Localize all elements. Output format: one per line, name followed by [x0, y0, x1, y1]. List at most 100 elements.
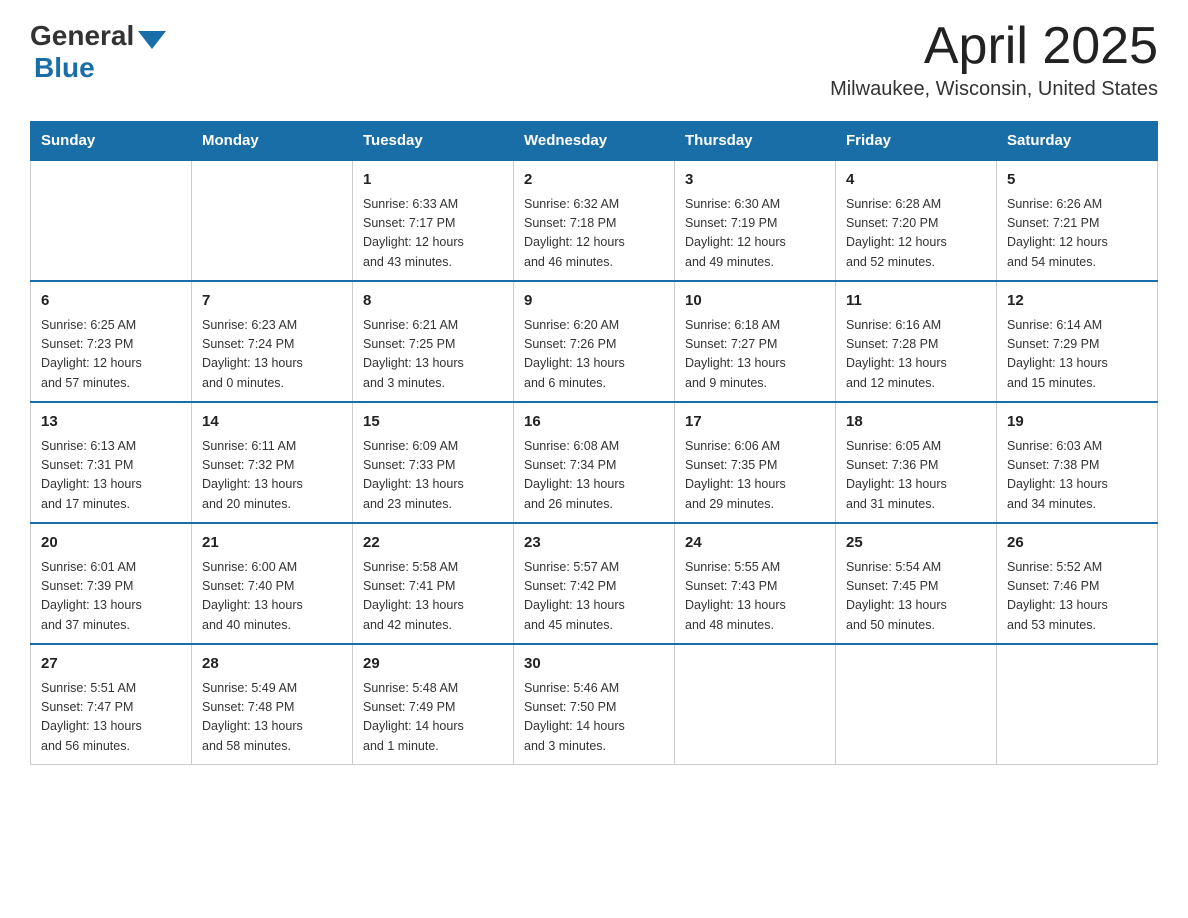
day-info: Sunrise: 6:26 AM Sunset: 7:21 PM Dayligh… — [1007, 195, 1147, 273]
calendar-cell — [836, 644, 997, 765]
day-info: Sunrise: 6:05 AM Sunset: 7:36 PM Dayligh… — [846, 437, 986, 515]
day-info: Sunrise: 6:20 AM Sunset: 7:26 PM Dayligh… — [524, 316, 664, 394]
calendar-cell: 5 Sunrise: 6:26 AM Sunset: 7:21 PM Daylig… — [997, 160, 1158, 281]
day-number: 4 — [846, 169, 986, 192]
weekday-header-sunday: Sunday — [31, 122, 192, 161]
day-number: 22 — [363, 532, 503, 555]
day-info: Sunrise: 5:58 AM Sunset: 7:41 PM Dayligh… — [363, 558, 503, 636]
calendar-cell — [31, 160, 192, 281]
calendar-cell: 2 Sunrise: 6:32 AM Sunset: 7:18 PM Daylig… — [514, 160, 675, 281]
day-info: Sunrise: 5:46 AM Sunset: 7:50 PM Dayligh… — [524, 679, 664, 757]
day-number: 7 — [202, 290, 342, 313]
day-number: 17 — [685, 411, 825, 434]
calendar-table: SundayMondayTuesdayWednesdayThursdayFrid… — [30, 121, 1158, 765]
day-number: 24 — [685, 532, 825, 555]
day-number: 6 — [41, 290, 181, 313]
logo-general-text: General — [30, 20, 134, 52]
day-number: 14 — [202, 411, 342, 434]
day-info: Sunrise: 6:13 AM Sunset: 7:31 PM Dayligh… — [41, 437, 181, 515]
day-number: 21 — [202, 532, 342, 555]
calendar-cell: 1Sunrise: 6:33 AM Sunset: 7:17 PM Daylig… — [353, 160, 514, 281]
calendar-cell — [675, 644, 836, 765]
week-row-5: 27 Sunrise: 5:51 AM Sunset: 7:47 PM Dayli… — [31, 644, 1158, 765]
calendar-cell: 7 Sunrise: 6:23 AM Sunset: 7:24 PM Daylig… — [192, 281, 353, 402]
day-info: Sunrise: 6:30 AM Sunset: 7:19 PM Dayligh… — [685, 195, 825, 273]
day-info: Sunrise: 6:14 AM Sunset: 7:29 PM Dayligh… — [1007, 316, 1147, 394]
calendar-cell: 26Sunrise: 5:52 AM Sunset: 7:46 PM Dayli… — [997, 523, 1158, 644]
calendar-cell: 28 Sunrise: 5:49 AM Sunset: 7:48 PM Dayli… — [192, 644, 353, 765]
calendar-cell — [192, 160, 353, 281]
calendar-cell — [997, 644, 1158, 765]
weekday-header-monday: Monday — [192, 122, 353, 161]
day-info: Sunrise: 6:21 AM Sunset: 7:25 PM Dayligh… — [363, 316, 503, 394]
calendar-cell: 17 Sunrise: 6:06 AM Sunset: 7:35 PM Dayli… — [675, 402, 836, 523]
day-number: 5 — [1007, 169, 1147, 192]
location-text: Milwaukee, Wisconsin, United States — [830, 78, 1158, 101]
day-number: 16 — [524, 411, 664, 434]
calendar-cell: 9 Sunrise: 6:20 AM Sunset: 7:26 PM Daylig… — [514, 281, 675, 402]
day-info: Sunrise: 6:32 AM Sunset: 7:18 PM Dayligh… — [524, 195, 664, 273]
day-number: 19 — [1007, 411, 1147, 434]
day-info: Sunrise: 6:18 AM Sunset: 7:27 PM Dayligh… — [685, 316, 825, 394]
logo: General Blue — [30, 20, 166, 84]
day-info: Sunrise: 6:23 AM Sunset: 7:24 PM Dayligh… — [202, 316, 342, 394]
weekday-header-row: SundayMondayTuesdayWednesdayThursdayFrid… — [31, 122, 1158, 161]
logo-blue-text: Blue — [34, 52, 95, 84]
day-number: 10 — [685, 290, 825, 313]
day-number: 28 — [202, 653, 342, 676]
day-number: 2 — [524, 169, 664, 192]
calendar-cell: 8 Sunrise: 6:21 AM Sunset: 7:25 PM Daylig… — [353, 281, 514, 402]
week-row-4: 20Sunrise: 6:01 AM Sunset: 7:39 PM Dayli… — [31, 523, 1158, 644]
calendar-cell: 15Sunrise: 6:09 AM Sunset: 7:33 PM Dayli… — [353, 402, 514, 523]
calendar-cell: 12 Sunrise: 6:14 AM Sunset: 7:29 PM Dayli… — [997, 281, 1158, 402]
calendar-cell: 4 Sunrise: 6:28 AM Sunset: 7:20 PM Daylig… — [836, 160, 997, 281]
day-number: 8 — [363, 290, 503, 313]
day-number: 25 — [846, 532, 986, 555]
calendar-cell: 19Sunrise: 6:03 AM Sunset: 7:38 PM Dayli… — [997, 402, 1158, 523]
weekday-header-saturday: Saturday — [997, 122, 1158, 161]
day-info: Sunrise: 6:00 AM Sunset: 7:40 PM Dayligh… — [202, 558, 342, 636]
calendar-cell: 21 Sunrise: 6:00 AM Sunset: 7:40 PM Dayli… — [192, 523, 353, 644]
calendar-cell: 25 Sunrise: 5:54 AM Sunset: 7:45 PM Dayli… — [836, 523, 997, 644]
day-info: Sunrise: 5:54 AM Sunset: 7:45 PM Dayligh… — [846, 558, 986, 636]
weekday-header-tuesday: Tuesday — [353, 122, 514, 161]
day-info: Sunrise: 6:11 AM Sunset: 7:32 PM Dayligh… — [202, 437, 342, 515]
day-info: Sunrise: 5:49 AM Sunset: 7:48 PM Dayligh… — [202, 679, 342, 757]
week-row-1: 1Sunrise: 6:33 AM Sunset: 7:17 PM Daylig… — [31, 160, 1158, 281]
calendar-cell: 20Sunrise: 6:01 AM Sunset: 7:39 PM Dayli… — [31, 523, 192, 644]
day-info: Sunrise: 6:25 AM Sunset: 7:23 PM Dayligh… — [41, 316, 181, 394]
day-info: Sunrise: 6:08 AM Sunset: 7:34 PM Dayligh… — [524, 437, 664, 515]
title-section: April 2025 Milwaukee, Wisconsin, United … — [830, 20, 1158, 101]
day-number: 26 — [1007, 532, 1147, 555]
calendar-cell: 22 Sunrise: 5:58 AM Sunset: 7:41 PM Dayli… — [353, 523, 514, 644]
day-number: 23 — [524, 532, 664, 555]
day-number: 27 — [41, 653, 181, 676]
calendar-cell: 3Sunrise: 6:30 AM Sunset: 7:19 PM Daylig… — [675, 160, 836, 281]
day-number: 20 — [41, 532, 181, 555]
day-info: Sunrise: 5:51 AM Sunset: 7:47 PM Dayligh… — [41, 679, 181, 757]
day-number: 30 — [524, 653, 664, 676]
day-number: 12 — [1007, 290, 1147, 313]
day-info: Sunrise: 6:16 AM Sunset: 7:28 PM Dayligh… — [846, 316, 986, 394]
logo-arrow-icon — [138, 31, 166, 49]
calendar-cell: 29 Sunrise: 5:48 AM Sunset: 7:49 PM Dayli… — [353, 644, 514, 765]
day-number: 29 — [363, 653, 503, 676]
day-info: Sunrise: 6:06 AM Sunset: 7:35 PM Dayligh… — [685, 437, 825, 515]
weekday-header-friday: Friday — [836, 122, 997, 161]
week-row-3: 13 Sunrise: 6:13 AM Sunset: 7:31 PM Dayli… — [31, 402, 1158, 523]
day-number: 18 — [846, 411, 986, 434]
calendar-cell: 24 Sunrise: 5:55 AM Sunset: 7:43 PM Dayli… — [675, 523, 836, 644]
calendar-cell: 27 Sunrise: 5:51 AM Sunset: 7:47 PM Dayli… — [31, 644, 192, 765]
calendar-cell: 30 Sunrise: 5:46 AM Sunset: 7:50 PM Dayli… — [514, 644, 675, 765]
day-info: Sunrise: 5:48 AM Sunset: 7:49 PM Dayligh… — [363, 679, 503, 757]
day-info: Sunrise: 5:55 AM Sunset: 7:43 PM Dayligh… — [685, 558, 825, 636]
day-info: Sunrise: 6:28 AM Sunset: 7:20 PM Dayligh… — [846, 195, 986, 273]
day-number: 9 — [524, 290, 664, 313]
day-number: 1 — [363, 169, 503, 192]
calendar-cell: 16 Sunrise: 6:08 AM Sunset: 7:34 PM Dayli… — [514, 402, 675, 523]
calendar-cell: 6 Sunrise: 6:25 AM Sunset: 7:23 PM Daylig… — [31, 281, 192, 402]
weekday-header-wednesday: Wednesday — [514, 122, 675, 161]
calendar-cell: 18 Sunrise: 6:05 AM Sunset: 7:36 PM Dayli… — [836, 402, 997, 523]
day-number: 13 — [41, 411, 181, 434]
week-row-2: 6 Sunrise: 6:25 AM Sunset: 7:23 PM Daylig… — [31, 281, 1158, 402]
